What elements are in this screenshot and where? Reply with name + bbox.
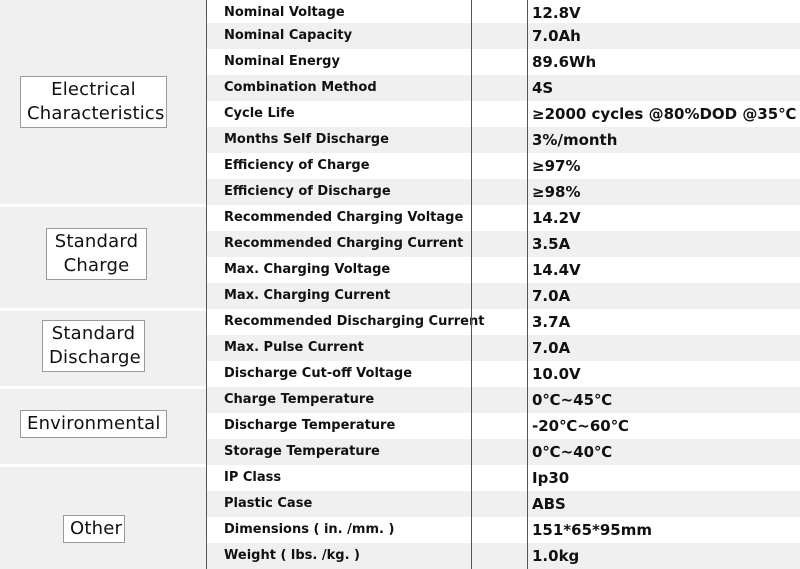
param-value: 1.0kg: [532, 547, 580, 565]
section-divider: [0, 308, 206, 311]
table-row: Efficiency of Charge ≥97%: [206, 153, 800, 179]
category-line: Electrical: [51, 79, 136, 100]
table-row: Efficiency of Discharge ≥98%: [206, 179, 800, 205]
category-standard-charge: Standard Charge: [46, 228, 147, 280]
table-row: Plastic Case ABS: [206, 491, 800, 517]
table-row: Storage Temperature 0℃~40℃: [206, 439, 800, 465]
table-row: Nominal Capacity 7.0Ah: [206, 23, 800, 49]
category-other: Other: [63, 515, 125, 543]
param-value: ≥2000 cycles @80%DOD @35℃: [532, 105, 797, 123]
param-label: Max. Charging Voltage: [224, 262, 391, 277]
table-row: Max. Charging Voltage 14.4V: [206, 257, 800, 283]
param-value: 4S: [532, 79, 554, 97]
param-value: 3.5A: [532, 235, 571, 253]
table-row: Weight ( lbs. /kg. ) 1.0kg: [206, 543, 800, 569]
param-label: Discharge Temperature: [224, 418, 396, 433]
category-environmental: Environmental: [20, 410, 167, 438]
table-row: Recommended Discharging Current 3.7A: [206, 309, 800, 335]
param-value: 14.2V: [532, 209, 581, 227]
category-line: Characteristics: [27, 103, 165, 124]
column-divider: [206, 0, 207, 569]
param-label: Efficiency of Discharge: [224, 184, 391, 199]
param-label: Nominal Capacity: [224, 28, 353, 43]
param-label: Max. Pulse Current: [224, 340, 364, 355]
table-row: Max. Charging Current 7.0A: [206, 283, 800, 309]
param-label: IP Class: [224, 470, 282, 485]
column-divider: [527, 0, 528, 569]
param-value: ≥98%: [532, 183, 581, 201]
table-row: Max. Pulse Current 7.0A: [206, 335, 800, 361]
category-line: Discharge: [49, 347, 141, 368]
spec-table: Electrical Characteristics Standard Char…: [0, 0, 800, 569]
category-line: Standard: [51, 323, 136, 344]
category-line: Standard: [54, 231, 139, 252]
table-row: Months Self Discharge 3%/month: [206, 127, 800, 153]
param-label: Efficiency of Charge: [224, 158, 370, 173]
category-electrical: Electrical Characteristics: [20, 76, 167, 128]
table-row: Charge Temperature 0℃~45℃: [206, 387, 800, 413]
param-value: 10.0V: [532, 365, 581, 383]
param-value: 0℃~40℃: [532, 443, 613, 461]
table-row: Dimensions ( in. /mm. ) 151*65*95mm: [206, 517, 800, 543]
table-row: Discharge Cut-off Voltage 10.0V: [206, 361, 800, 387]
param-label: Cycle Life: [224, 106, 295, 121]
category-standard-discharge: Standard Discharge: [42, 320, 145, 372]
table-row: Recommended Charging Current 3.5A: [206, 231, 800, 257]
param-label: Charge Temperature: [224, 392, 375, 407]
param-value: ABS: [532, 495, 566, 513]
param-label: Weight ( lbs. /kg. ): [224, 548, 360, 563]
table-row: Recommended Charging Voltage 14.2V: [206, 205, 800, 231]
category-line: Other: [70, 518, 123, 539]
category-line: Charge: [63, 255, 130, 276]
param-label: Recommended Charging Voltage: [224, 210, 464, 225]
category-line: Environmental: [27, 413, 161, 434]
param-value: 0℃~45℃: [532, 391, 613, 409]
table-row: IP Class Ip30: [206, 465, 800, 491]
column-divider: [471, 0, 472, 569]
param-label: Plastic Case: [224, 496, 313, 511]
param-value: 14.4V: [532, 261, 581, 279]
param-label: Discharge Cut-off Voltage: [224, 366, 413, 381]
table-row: Cycle Life ≥2000 cycles @80%DOD @35℃: [206, 101, 800, 127]
param-label: Recommended Discharging Current: [224, 314, 485, 329]
param-value: 3.7A: [532, 313, 571, 331]
table-row: Nominal Energy 89.6Wh: [206, 49, 800, 75]
param-value: 3%/month: [532, 131, 618, 149]
param-label: Months Self Discharge: [224, 132, 389, 147]
param-label: Storage Temperature: [224, 444, 380, 459]
section-divider: [0, 464, 206, 467]
param-value: Ip30: [532, 469, 570, 487]
param-label: Nominal Energy: [224, 54, 340, 69]
param-value: 151*65*95mm: [532, 521, 653, 539]
section-divider: [0, 204, 206, 207]
param-label: Max. Charging Current: [224, 288, 391, 303]
param-label: Recommended Charging Current: [224, 236, 464, 251]
param-label: Combination Method: [224, 80, 377, 95]
table-row: Discharge Temperature -20℃~60℃: [206, 413, 800, 439]
table-row: Combination Method 4S: [206, 75, 800, 101]
param-value: 7.0A: [532, 287, 571, 305]
param-value: 7.0Ah: [532, 27, 581, 45]
section-divider: [0, 386, 206, 389]
param-value: 7.0A: [532, 339, 571, 357]
param-value: ≥97%: [532, 157, 581, 175]
param-value: -20℃~60℃: [532, 417, 629, 435]
param-label: Dimensions ( in. /mm. ): [224, 522, 395, 537]
param-value: 89.6Wh: [532, 53, 597, 71]
